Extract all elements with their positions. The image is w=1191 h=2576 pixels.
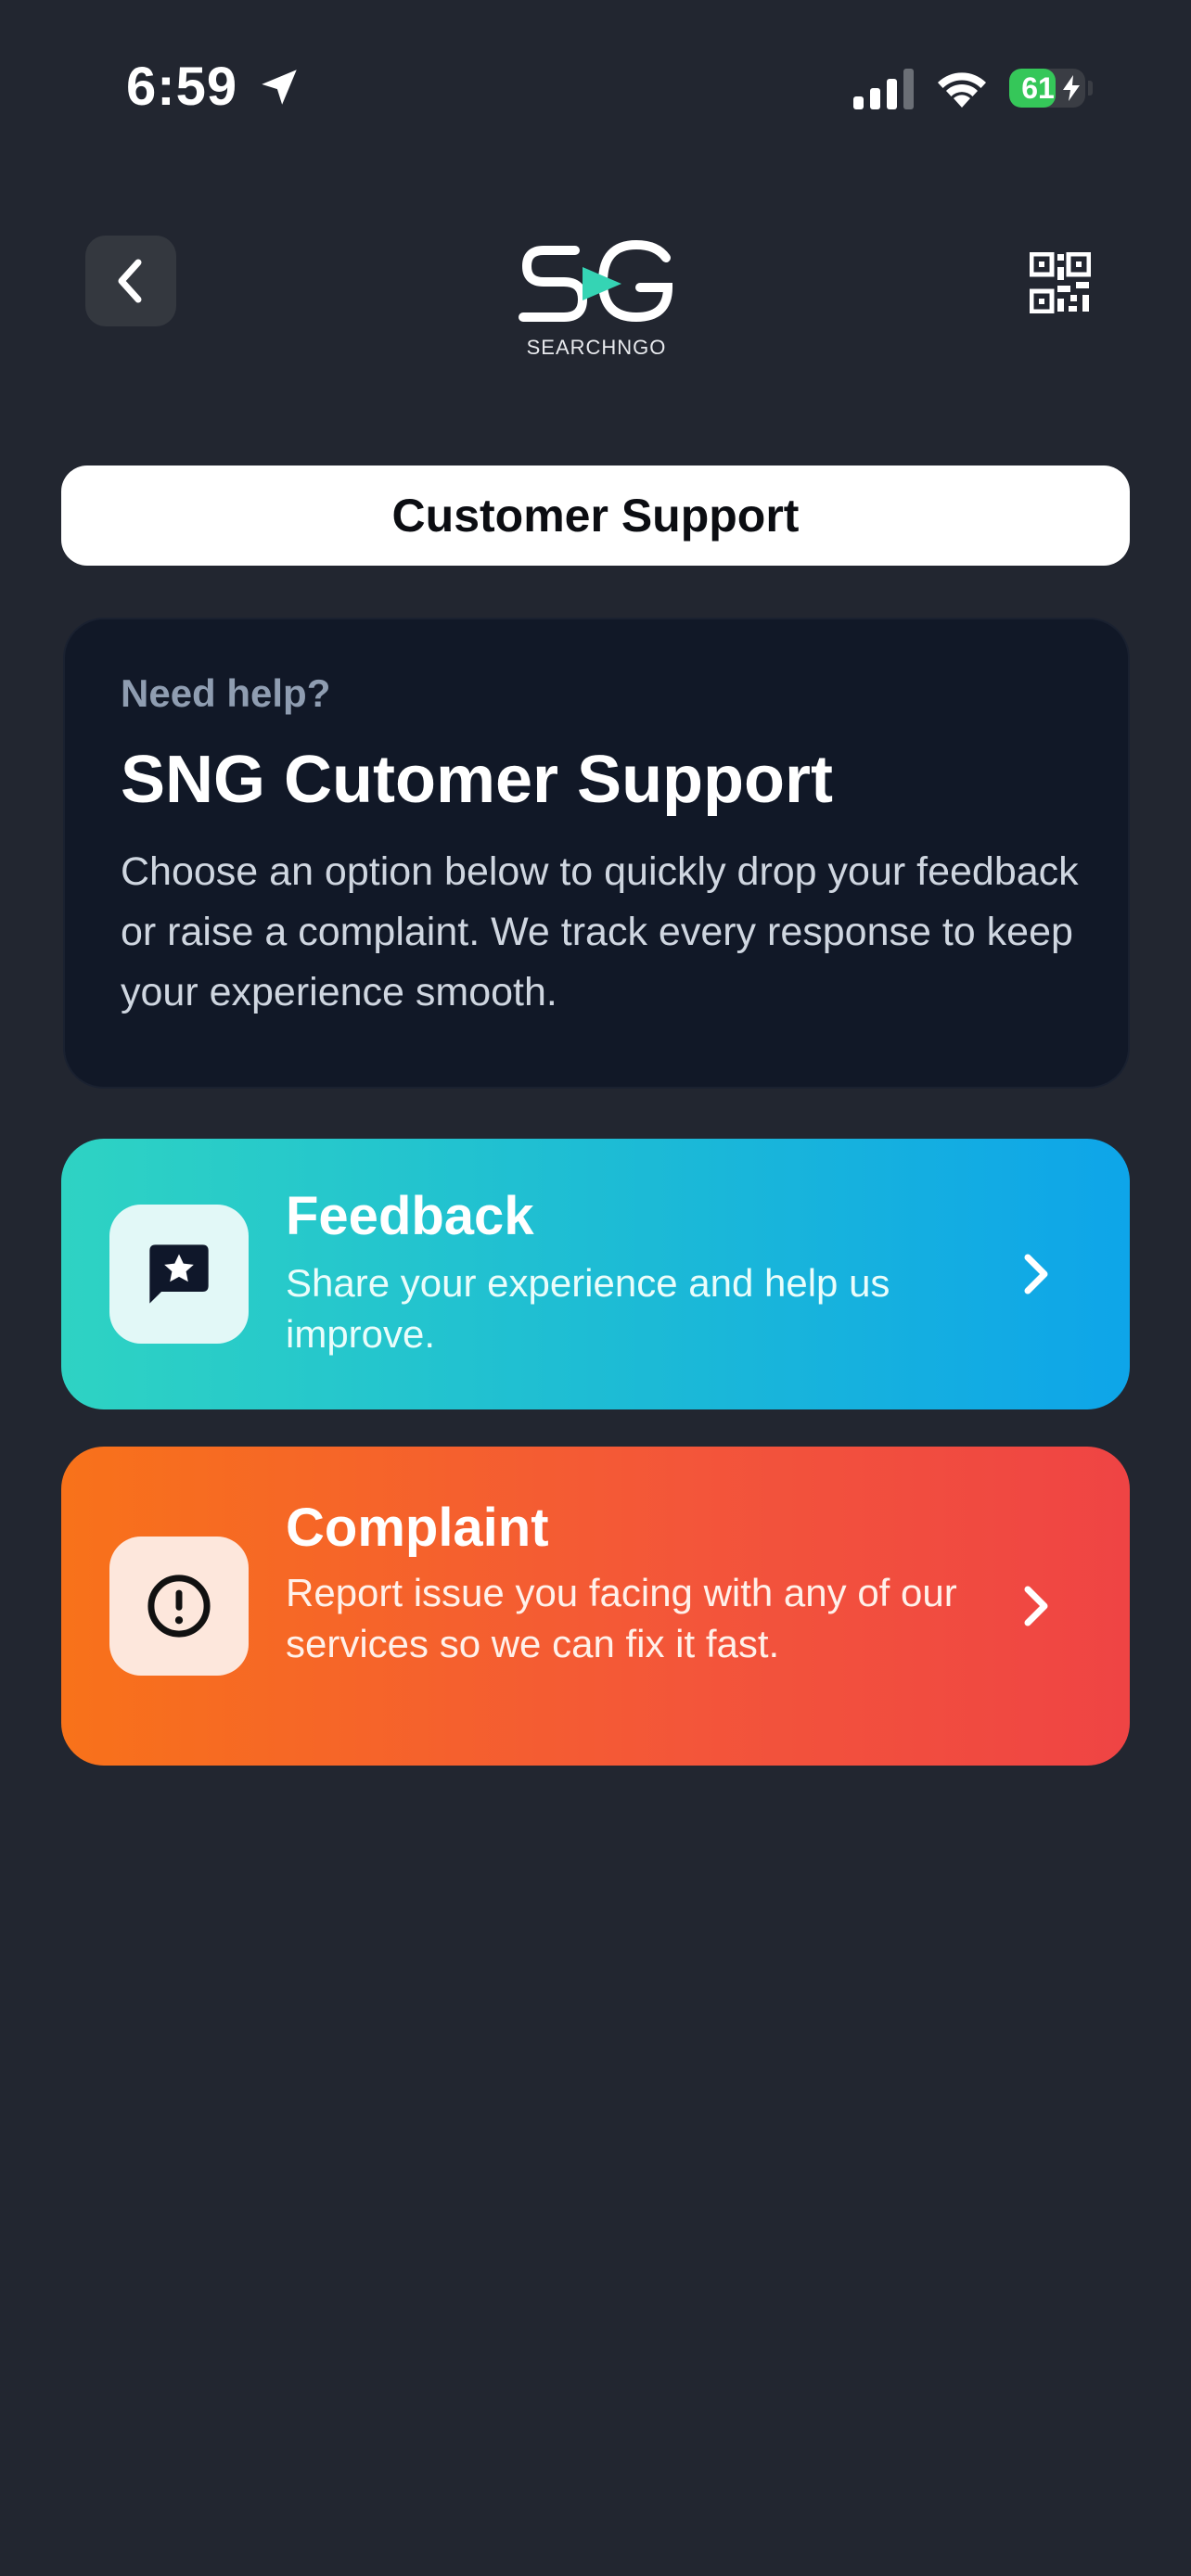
battery-level: 61 [1021,71,1055,105]
customer-support-screen: 6:59 61 SEARCHNGO Customer Support Need … [0,0,1191,2576]
cellular-signal-icon [853,69,914,109]
page-title-text: Customer Support [391,490,800,542]
complaint-option-card[interactable]: Complaint Report issue you facing with a… [61,1447,1130,1766]
chevron-left-icon [118,259,142,303]
alert-circle-icon [147,1575,211,1638]
feedback-option-card[interactable]: Feedback Share your experience and help … [61,1139,1130,1409]
battery-cap [1088,81,1093,96]
chevron-right-icon [1024,1254,1048,1294]
intro-description: Choose an option below to quickly drop y… [121,849,1079,1014]
wifi-icon [938,72,986,108]
status-time: 6:59 [126,57,238,117]
status-bar: 6:59 61 [0,0,1191,176]
chevron-right-icon [1024,1586,1048,1626]
battery-charging-icon: 61 [1009,69,1085,108]
page-title: Customer Support [61,465,1130,566]
intro-kicker: Need help? [121,671,331,715]
location-arrow-icon [262,70,297,105]
back-button[interactable] [85,236,176,326]
feedback-icon-box [109,1205,249,1344]
intro-card: Need help? SNG Cutomer Support Choose an… [63,618,1130,1089]
intro-title: SNG Cutomer Support [121,743,833,817]
complaint-title: Complaint [286,1498,549,1558]
complaint-description: Report issue you facing with any of our … [286,1571,957,1665]
qr-code-icon[interactable] [1030,252,1091,313]
feedback-description: Share your experience and help us improv… [286,1261,890,1356]
message-star-icon [149,1244,209,1304]
logo-text: SEARCHNGO [526,336,667,359]
feedback-title: Feedback [286,1186,534,1246]
complaint-icon-box [109,1537,249,1676]
charging-bolt-icon [1063,75,1080,101]
